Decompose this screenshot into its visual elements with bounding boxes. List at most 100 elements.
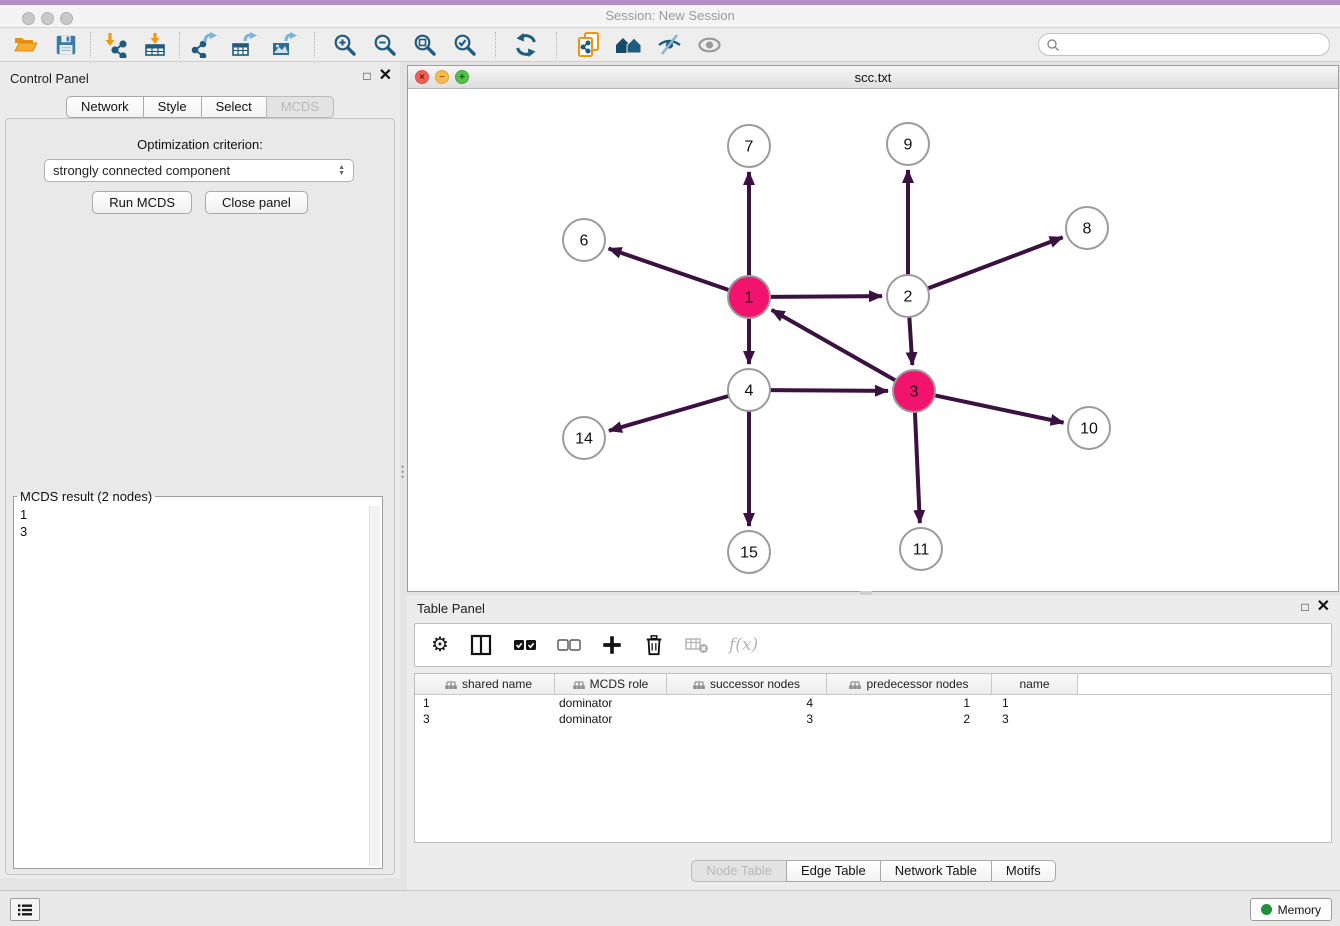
import-table-button[interactable] bbox=[135, 30, 175, 60]
cell-predecessor-nodes: 2 bbox=[827, 711, 992, 727]
criterion-value: strongly connected component bbox=[53, 163, 338, 178]
table-row[interactable]: 1 dominator 4 1 1 bbox=[415, 695, 1331, 711]
tab-style[interactable]: Style bbox=[143, 96, 202, 118]
column-header-predecessor-nodes[interactable]: predecessor nodes bbox=[827, 674, 992, 694]
list-icon bbox=[17, 903, 33, 917]
graph-edge[interactable] bbox=[928, 237, 1063, 288]
delete-column-icon[interactable] bbox=[643, 631, 665, 659]
panel-divider[interactable]: ••• bbox=[400, 62, 407, 878]
network-overview-button[interactable] bbox=[609, 30, 649, 60]
cell-mcds-role: dominator bbox=[555, 711, 667, 727]
copy-network-icon bbox=[575, 31, 603, 59]
attribute-icon bbox=[573, 679, 585, 690]
table-settings-icon[interactable]: ⚙ bbox=[431, 631, 449, 659]
graph-node-label: 10 bbox=[1080, 421, 1098, 438]
graph-edge[interactable] bbox=[770, 296, 882, 297]
select-all-columns-icon[interactable] bbox=[513, 631, 537, 659]
tab-network-table[interactable]: Network Table bbox=[880, 860, 992, 882]
close-panel-button[interactable]: Close panel bbox=[205, 191, 308, 214]
show-columns-icon[interactable] bbox=[469, 631, 493, 659]
save-session-button[interactable] bbox=[46, 30, 86, 60]
zoom-fit-icon bbox=[412, 32, 438, 58]
table-toolbar: ⚙ bbox=[414, 623, 1332, 667]
import-network-button[interactable] bbox=[95, 30, 135, 60]
graph-edge[interactable] bbox=[935, 395, 1064, 422]
column-label: MCDS role bbox=[590, 677, 649, 691]
zoom-in-button[interactable] bbox=[325, 30, 365, 60]
delete-table-icon[interactable] bbox=[685, 631, 709, 659]
function-builder-icon[interactable]: f(x) bbox=[729, 631, 758, 659]
refresh-layout-button[interactable] bbox=[506, 30, 546, 60]
export-image-button[interactable] bbox=[264, 30, 304, 60]
search-box[interactable] bbox=[1038, 33, 1330, 56]
zoom-fit-button[interactable] bbox=[405, 30, 445, 60]
zoom-in-icon bbox=[332, 32, 358, 58]
graph-edge[interactable] bbox=[609, 248, 730, 290]
graph-node-label: 6 bbox=[580, 233, 589, 250]
open-folder-icon bbox=[13, 32, 39, 58]
show-panels-menu-button[interactable] bbox=[10, 898, 40, 921]
zoom-selected-button[interactable] bbox=[445, 30, 485, 60]
close-table-panel-icon[interactable]: ✕ bbox=[1317, 601, 1330, 613]
copy-network-button[interactable] bbox=[569, 30, 609, 60]
table-row[interactable]: 3 dominator 3 2 3 bbox=[415, 711, 1331, 727]
memory-button[interactable]: Memory bbox=[1250, 898, 1332, 921]
show-panel-button[interactable] bbox=[689, 30, 729, 60]
memory-status-icon bbox=[1261, 904, 1272, 915]
column-label: successor nodes bbox=[710, 677, 800, 691]
deselect-all-columns-icon[interactable] bbox=[557, 631, 581, 659]
column-header-shared-name[interactable]: shared name bbox=[415, 674, 555, 694]
search-icon bbox=[1046, 38, 1060, 52]
graph-edge[interactable] bbox=[609, 396, 729, 431]
open-session-button[interactable] bbox=[6, 30, 46, 60]
tab-motifs[interactable]: Motifs bbox=[991, 860, 1056, 882]
network-window-title: scc.txt bbox=[408, 70, 1338, 85]
close-panel-icon[interactable]: ✕ bbox=[379, 70, 392, 82]
graph-edge[interactable] bbox=[915, 412, 920, 523]
table-panel-title: Table Panel bbox=[417, 601, 485, 616]
network-graph[interactable]: 7968124314101511 bbox=[408, 89, 1338, 591]
graph-edge[interactable] bbox=[772, 310, 896, 381]
column-header-successor-nodes[interactable]: successor nodes bbox=[667, 674, 827, 694]
divider-grip-icon: ••• bbox=[401, 465, 405, 479]
zoom-out-button[interactable] bbox=[365, 30, 405, 60]
tab-network[interactable]: Network bbox=[66, 96, 144, 118]
network-canvas[interactable]: 7968124314101511 bbox=[408, 89, 1338, 591]
attribute-icon bbox=[445, 679, 457, 690]
column-label: predecessor nodes bbox=[866, 677, 968, 691]
cell-mcds-role: dominator bbox=[555, 695, 667, 711]
mcds-result-text[interactable]: 1 3 bbox=[16, 504, 368, 866]
run-mcds-button[interactable]: Run MCDS bbox=[92, 191, 192, 214]
cell-predecessor-nodes: 1 bbox=[827, 695, 992, 711]
main-titlebar: Session: New Session bbox=[0, 0, 1340, 28]
node-table[interactable]: shared name MCDS role successor nodes pr… bbox=[414, 673, 1332, 843]
export-table-button[interactable] bbox=[224, 30, 264, 60]
table-panel: Table Panel □ ✕ ⚙ bbox=[407, 595, 1340, 890]
export-table-icon bbox=[231, 32, 257, 58]
network-window-titlebar[interactable]: × − + scc.txt bbox=[408, 66, 1338, 89]
criterion-dropdown[interactable]: strongly connected component ▲▼ bbox=[44, 159, 354, 182]
graph-node-label: 9 bbox=[904, 137, 913, 154]
search-input[interactable] bbox=[1064, 36, 1329, 54]
graph-node-label: 14 bbox=[575, 431, 593, 448]
tab-select[interactable]: Select bbox=[201, 96, 267, 118]
tab-node-table[interactable]: Node Table bbox=[691, 860, 787, 882]
column-header-name[interactable]: name bbox=[992, 674, 1078, 694]
tab-mcds[interactable]: MCDS bbox=[266, 96, 334, 118]
result-line: 1 bbox=[20, 506, 368, 523]
export-network-button[interactable] bbox=[184, 30, 224, 60]
hide-panel-button[interactable] bbox=[649, 30, 689, 60]
graph-node-label: 7 bbox=[745, 139, 754, 156]
column-header-mcds-role[interactable]: MCDS role bbox=[555, 674, 667, 694]
graph-edge[interactable] bbox=[909, 317, 912, 365]
tab-edge-table[interactable]: Edge Table bbox=[786, 860, 881, 882]
control-panel-title: Control Panel bbox=[10, 71, 89, 86]
float-panel-icon[interactable]: □ bbox=[363, 69, 370, 83]
float-table-panel-icon[interactable]: □ bbox=[1301, 600, 1308, 614]
result-scrollbar[interactable] bbox=[369, 506, 380, 866]
add-column-icon[interactable] bbox=[601, 631, 623, 659]
status-bar: Memory bbox=[0, 890, 1340, 926]
graph-edge[interactable] bbox=[770, 390, 888, 391]
main-toolbar bbox=[0, 28, 1340, 62]
table-panel-tabs: Node Table Edge Table Network Table Moti… bbox=[407, 860, 1340, 882]
